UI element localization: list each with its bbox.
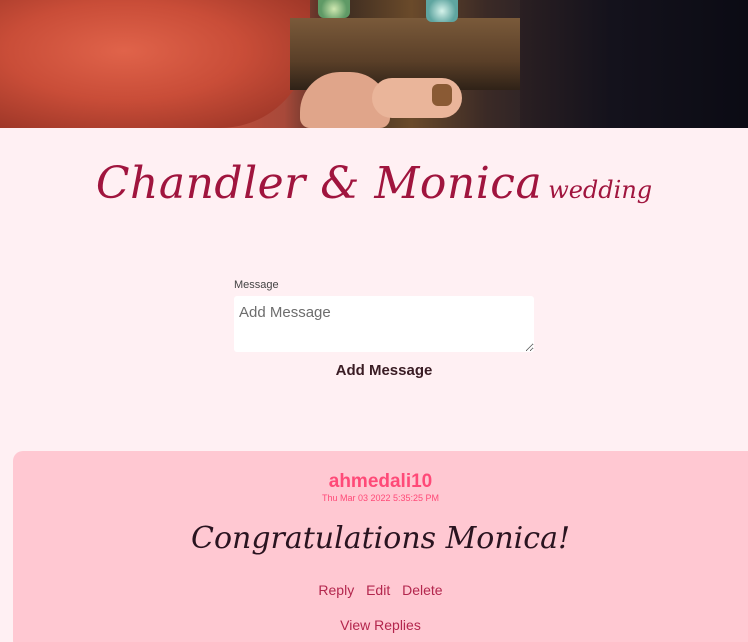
delete-link[interactable]: Delete: [402, 582, 442, 598]
comment-card: ahmedali10 Thu Mar 03 2022 5:35:25 PM Co…: [13, 451, 748, 642]
message-label: Message: [234, 279, 279, 291]
message-input[interactable]: [234, 296, 534, 352]
hero-background: [520, 0, 748, 128]
page-title: Chandler & Monica wedding: [0, 158, 748, 209]
hero-photo: [0, 0, 748, 128]
edit-link[interactable]: Edit: [366, 582, 390, 598]
comment-date: Thu Mar 03 2022 5:35:25 PM: [321, 493, 440, 503]
reply-link[interactable]: Reply: [318, 582, 354, 598]
title-names: Chandler & Monica: [95, 158, 543, 209]
add-message-row: Add Message: [0, 362, 748, 380]
title-suffix: wedding: [548, 176, 653, 204]
comment-message: Congratulations Monica!: [190, 521, 571, 556]
message-form: Message: [234, 279, 534, 357]
comment-actions: Reply Edit Delete: [13, 582, 748, 598]
hero-shirt: [0, 0, 310, 128]
hero-candle: [318, 0, 350, 18]
hero-candle: [426, 0, 458, 22]
comment-author: ahmedali10: [328, 471, 433, 492]
view-replies-link[interactable]: View Replies: [13, 617, 748, 633]
hero-watch: [432, 84, 452, 106]
add-message-button[interactable]: Add Message: [336, 362, 433, 379]
